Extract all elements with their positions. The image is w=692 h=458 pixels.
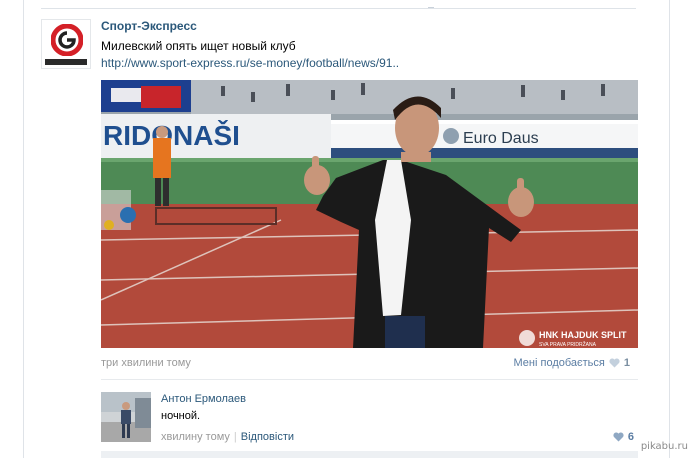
heart-icon[interactable] bbox=[609, 358, 620, 368]
comment-time[interactable]: хвилину тому bbox=[161, 431, 230, 443]
reply-link[interactable]: Відповісти bbox=[241, 431, 294, 443]
post-text: Милевский опять ищет новый клуб bbox=[101, 39, 296, 53]
post-avatar[interactable] bbox=[41, 19, 91, 69]
reply-bar[interactable] bbox=[101, 451, 638, 458]
heart-icon[interactable] bbox=[613, 432, 624, 442]
logo-brand-bar bbox=[45, 59, 87, 65]
comment-author[interactable]: Антон Ермолаев bbox=[161, 393, 246, 405]
comment-avatar[interactable] bbox=[101, 392, 151, 442]
sport-express-logo-icon bbox=[51, 24, 83, 56]
comment-text: ночной. bbox=[161, 410, 201, 422]
comment-like[interactable]: 6 bbox=[613, 431, 634, 443]
banner-left-text: RIDONAŠI bbox=[103, 119, 240, 151]
banner-right-text: Euro Daus bbox=[463, 130, 539, 147]
like-count: 1 bbox=[623, 357, 630, 369]
comment-meta: хвилину тому | Відповісти bbox=[161, 431, 294, 443]
top-mark bbox=[428, 2, 434, 8]
post-time[interactable]: три хвилини тому bbox=[101, 357, 191, 369]
like-label[interactable]: Мені подобається bbox=[514, 357, 605, 369]
meta-separator: | bbox=[233, 431, 237, 443]
top-divider bbox=[41, 8, 636, 9]
post-divider bbox=[101, 379, 638, 380]
post-like[interactable]: Мені подобається 1 bbox=[514, 357, 630, 369]
pikabu-watermark: pikabu.ru bbox=[640, 441, 688, 452]
right-border bbox=[669, 0, 670, 458]
left-border bbox=[23, 0, 24, 458]
post-photo[interactable]: RIDONAŠI Euro Daus HNK HAJDUK SPLIT SVA … bbox=[101, 80, 638, 348]
comment-like-count: 6 bbox=[627, 431, 634, 443]
club-motto: SVA PRAVA PRIDRŽANA bbox=[539, 340, 597, 348]
club-label: HNK HAJDUK SPLIT bbox=[539, 330, 627, 340]
post-link[interactable]: http://www.sport-express.ru/se-money/foo… bbox=[101, 56, 399, 70]
post-author[interactable]: Спорт-Экспресс bbox=[101, 19, 197, 33]
